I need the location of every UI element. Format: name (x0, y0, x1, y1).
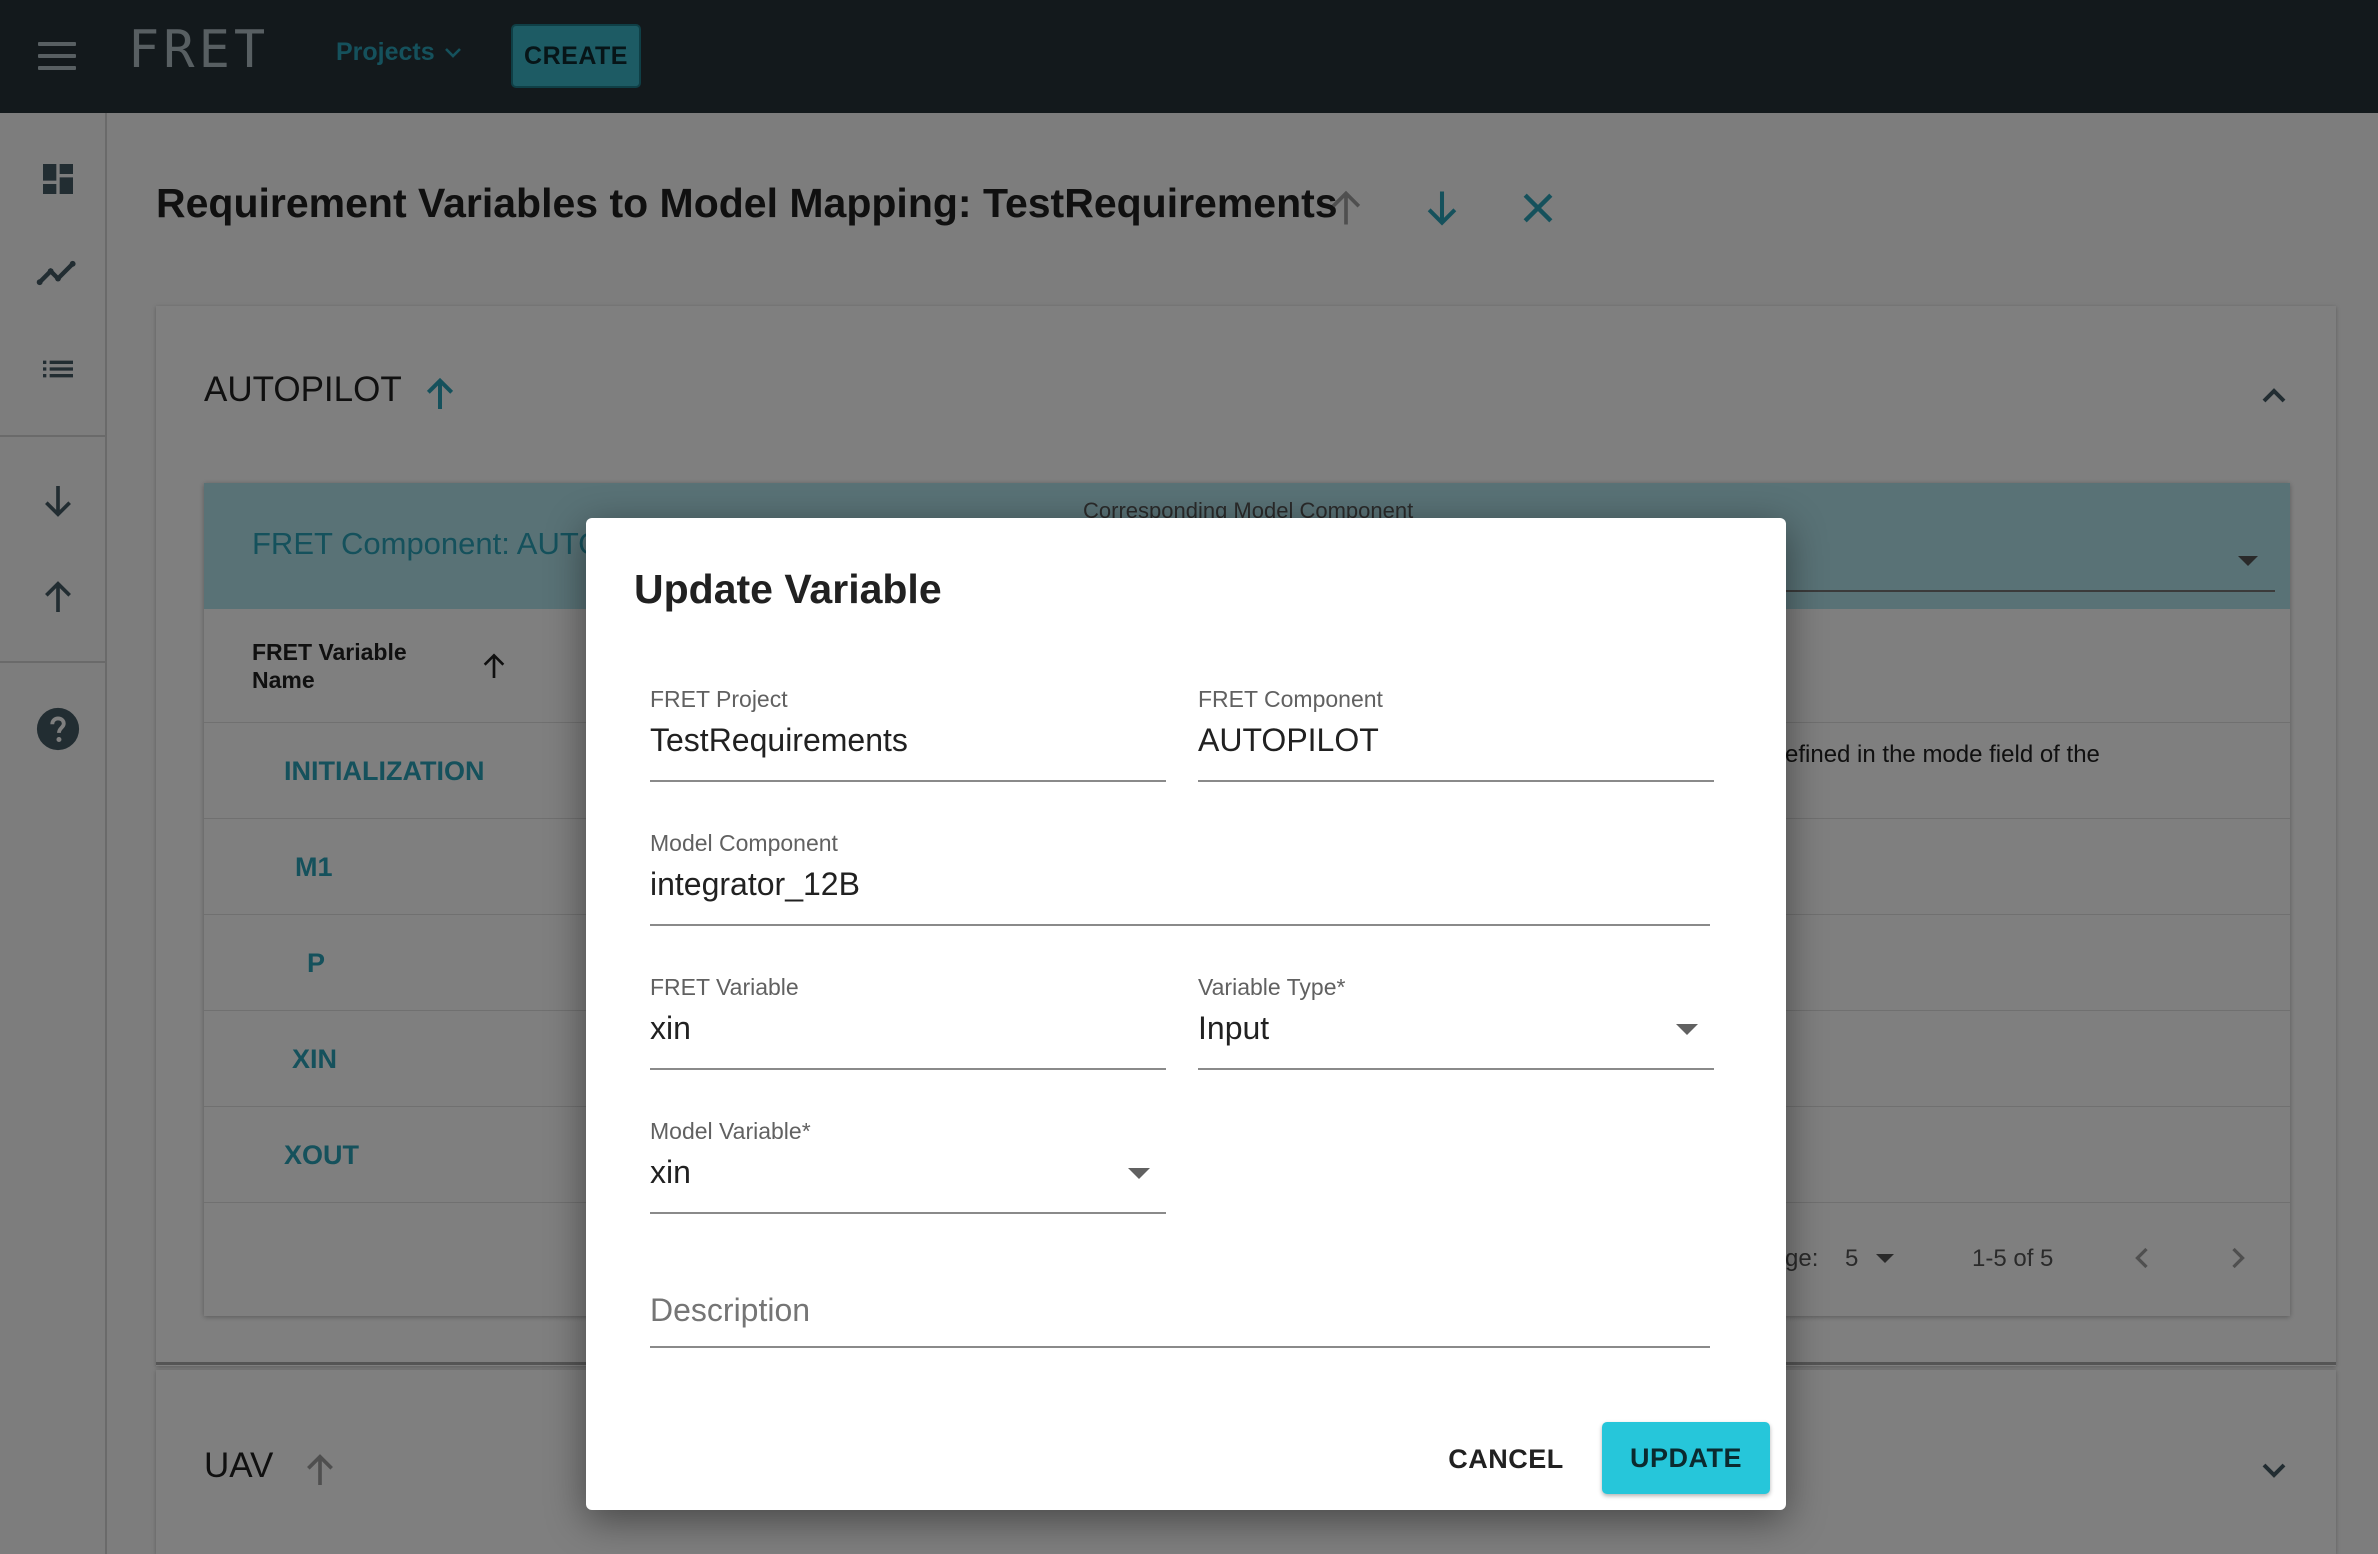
model-component-field[interactable]: Model Component integrator_12B (650, 830, 1710, 926)
fret-component-field[interactable]: FRET Component AUTOPILOT (1198, 686, 1714, 782)
update-variable-dialog: Update Variable FRET Project TestRequire… (586, 518, 1786, 1510)
fret-project-field[interactable]: FRET Project TestRequirements (650, 686, 1166, 782)
dropdown-caret-icon (1676, 1024, 1698, 1035)
field-underline (650, 780, 1166, 782)
field-underline (1198, 1068, 1714, 1070)
field-underline (650, 1068, 1166, 1070)
variable-type-select[interactable]: Variable Type* Input (1198, 974, 1714, 1070)
field-underline (1198, 780, 1714, 782)
field-label: Variable Type* (1198, 974, 1346, 1000)
fret-variable-field[interactable]: FRET Variable xin (650, 974, 1166, 1070)
dropdown-caret-icon (1128, 1168, 1150, 1179)
dialog-title: Update Variable (634, 566, 942, 612)
description-placeholder: Description (650, 1292, 811, 1328)
field-label: FRET Project (650, 686, 788, 712)
field-underline (650, 1346, 1710, 1348)
field-label: Model Variable* (650, 1118, 811, 1144)
field-value: TestRequirements (650, 722, 908, 758)
description-field[interactable]: Description (650, 1292, 1710, 1348)
field-underline (650, 924, 1710, 926)
field-value: Input (1198, 1010, 1270, 1046)
field-value: xin (650, 1010, 691, 1046)
field-label: Model Component (650, 830, 838, 856)
field-label: FRET Component (1198, 686, 1383, 712)
update-button[interactable]: UPDATE (1602, 1422, 1770, 1494)
field-label: FRET Variable (650, 974, 799, 1000)
cancel-button[interactable]: CANCEL (1422, 1424, 1590, 1494)
field-value: xin (650, 1154, 691, 1190)
field-value: integrator_12B (650, 866, 860, 902)
model-variable-select[interactable]: Model Variable* xin (650, 1118, 1166, 1214)
field-underline (650, 1212, 1166, 1214)
field-value: AUTOPILOT (1198, 722, 1379, 758)
